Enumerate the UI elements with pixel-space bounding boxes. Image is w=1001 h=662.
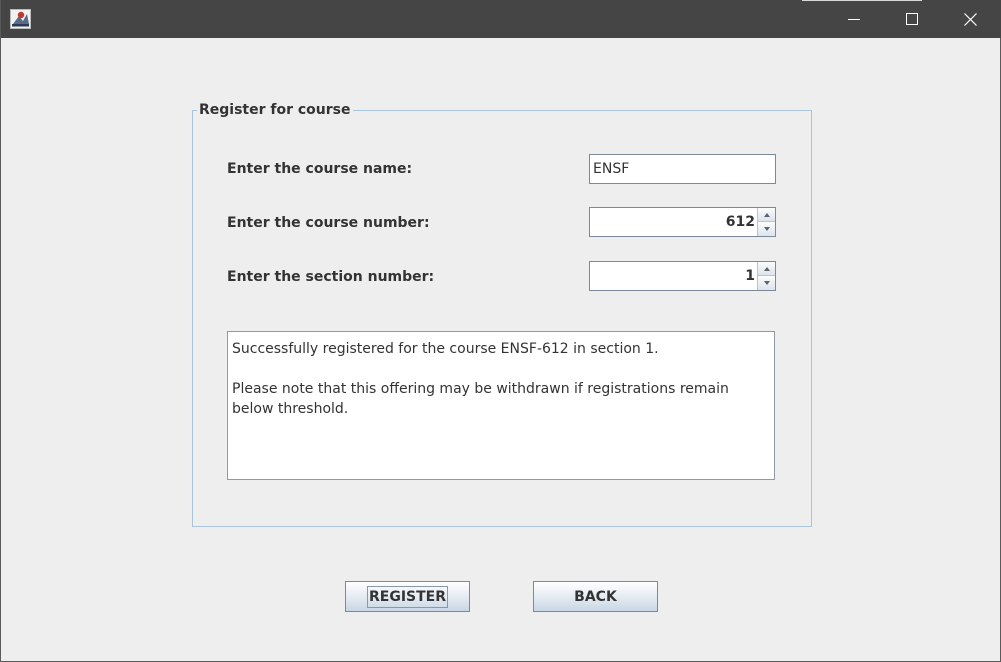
register-button[interactable]: REGISTER <box>345 581 470 612</box>
section-number-arrows <box>757 262 775 290</box>
section-number-spinner[interactable]: 1 <box>589 261 776 291</box>
section-number-increment-button[interactable] <box>758 262 775 276</box>
section-number-value[interactable]: 1 <box>590 262 756 290</box>
section-number-label: Enter the section number: <box>227 269 435 285</box>
chevron-up-icon <box>763 212 770 217</box>
minimize-icon <box>848 19 860 20</box>
register-button-label: REGISTER <box>366 585 449 608</box>
section-number-decrement-button[interactable] <box>758 276 775 290</box>
course-number-spinner[interactable]: 612 <box>589 207 776 237</box>
close-icon <box>963 12 977 26</box>
back-button-label: BACK <box>574 588 617 605</box>
course-number-label: Enter the course number: <box>227 215 430 231</box>
course-number-value[interactable]: 612 <box>590 208 756 236</box>
maximize-icon <box>906 13 918 25</box>
java-app-icon <box>10 9 31 29</box>
back-button[interactable]: BACK <box>533 581 658 612</box>
chevron-down-icon <box>763 281 770 285</box>
title-bar[interactable] <box>1 0 1001 38</box>
course-name-input[interactable] <box>589 154 776 184</box>
course-number-decrement-button[interactable] <box>758 222 775 236</box>
chevron-down-icon <box>763 227 770 231</box>
course-number-arrows <box>757 208 775 236</box>
registration-message-area[interactable]: Successfully registered for the course E… <box>227 331 775 480</box>
chevron-up-icon <box>763 266 770 271</box>
course-name-label: Enter the course name: <box>227 161 413 177</box>
course-number-increment-button[interactable] <box>758 208 775 222</box>
app-window: Register for course Enter the course nam… <box>0 0 1001 662</box>
close-button[interactable] <box>941 0 999 38</box>
minimize-button[interactable] <box>825 0 883 38</box>
maximize-button[interactable] <box>883 0 941 38</box>
group-title: Register for course <box>197 102 353 118</box>
